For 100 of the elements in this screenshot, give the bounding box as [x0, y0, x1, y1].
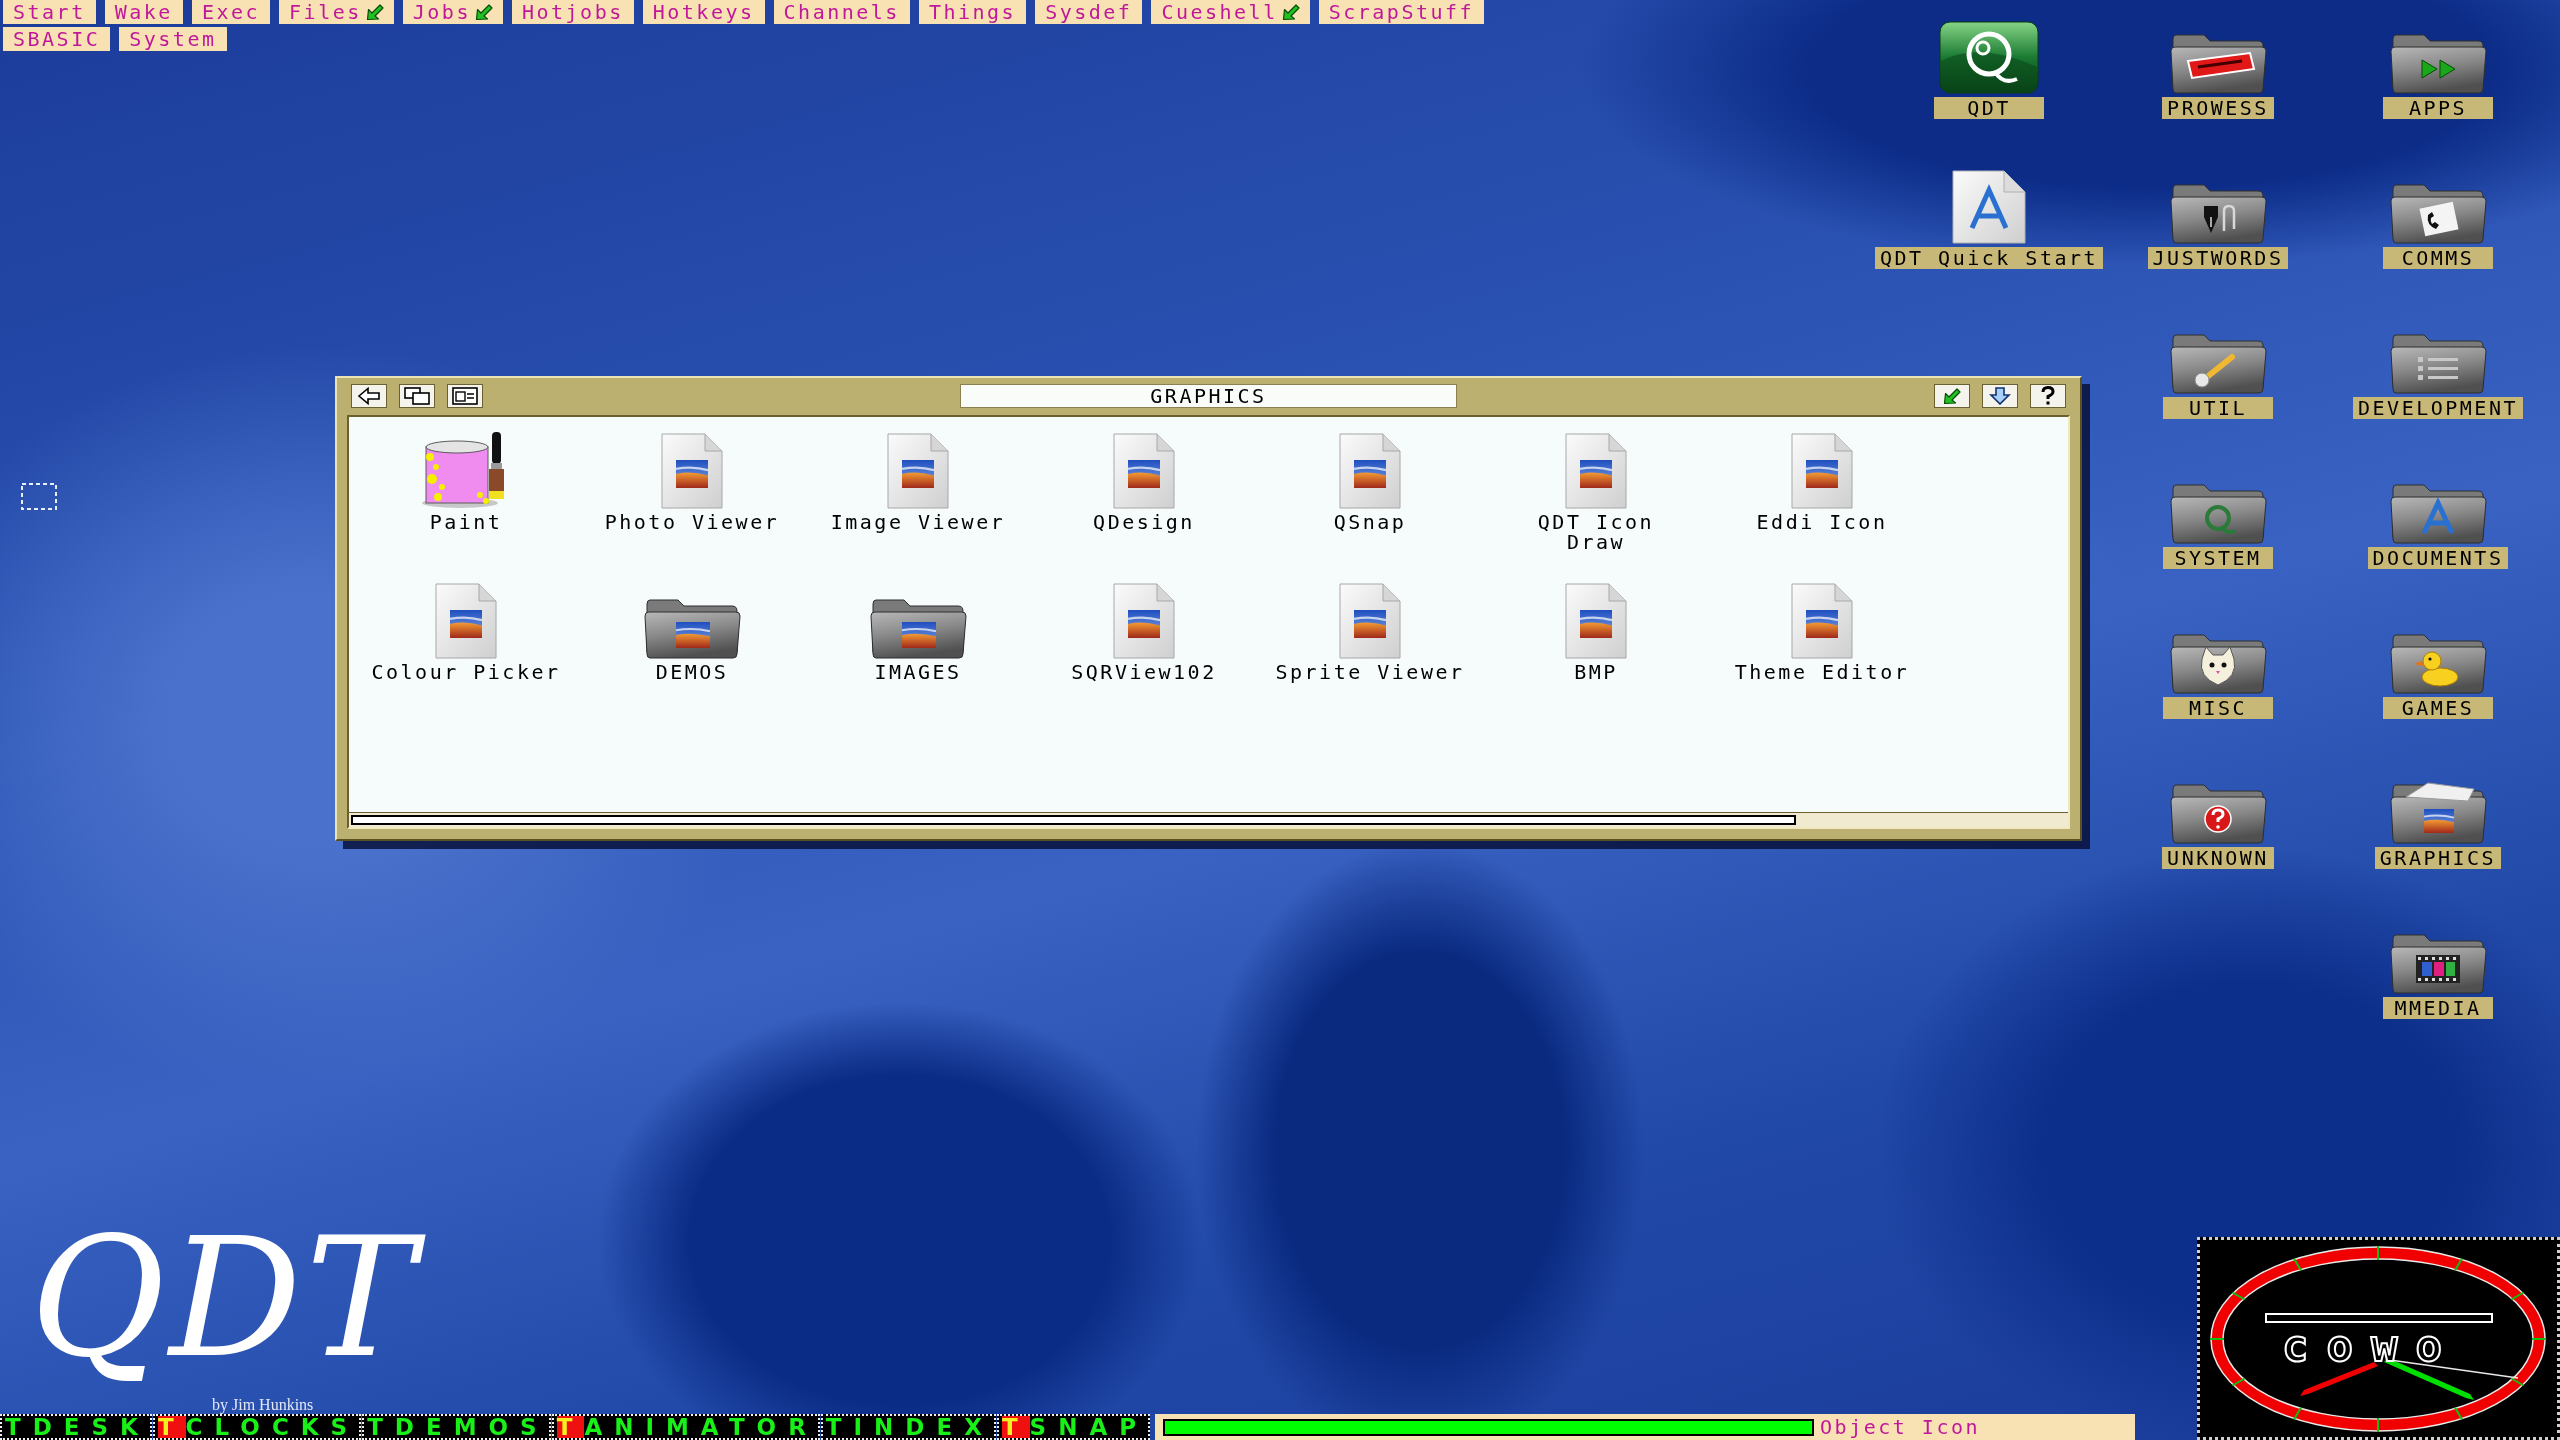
- menu-item[interactable]: SBASIC: [3, 27, 111, 51]
- menu-item[interactable]: Things: [918, 0, 1027, 24]
- menu-item[interactable]: Cueshell: [1151, 0, 1310, 24]
- logo-title: QDT: [22, 1200, 454, 1396]
- wrench-folder-icon[interactable]: [2168, 331, 2268, 394]
- picture-file-icon[interactable]: [1791, 583, 1853, 659]
- status-text: Object Icon: [1820, 1415, 1981, 1439]
- icon-label[interactable]: SYSTEM: [2163, 547, 2273, 569]
- picture-folder-icon[interactable]: [868, 596, 968, 659]
- file-label[interactable]: Sprite Viewer: [1275, 662, 1465, 682]
- scrollbar-thumb[interactable]: [351, 815, 1796, 825]
- window-title: GRAPHICS: [960, 384, 1457, 408]
- ring-folder-icon[interactable]: [2168, 481, 2268, 544]
- job-button[interactable]: ANIMATOR: [584, 1416, 818, 1438]
- menu-item[interactable]: System: [119, 27, 227, 51]
- panel-button[interactable]: [447, 384, 483, 408]
- swirl-tile-icon[interactable]: [1939, 21, 2039, 94]
- horizontal-scrollbar[interactable]: [349, 812, 2068, 827]
- clock-logo: cowo: [2282, 1324, 2460, 1368]
- icon-label[interactable]: QDT: [1934, 97, 2044, 119]
- fast-forward-folder-icon[interactable]: [2388, 31, 2488, 94]
- document-icon[interactable]: [1952, 170, 2026, 244]
- file-label[interactable]: QDesign: [1093, 512, 1195, 532]
- menu-item[interactable]: Start: [3, 0, 96, 24]
- icon-label[interactable]: UNKNOWN: [2162, 847, 2274, 869]
- picture-file-icon[interactable]: [1791, 433, 1853, 509]
- file-label[interactable]: IMAGES: [874, 662, 962, 682]
- file-label[interactable]: Colour Picker: [371, 662, 561, 682]
- menu-item[interactable]: Channels: [773, 0, 910, 24]
- picture-file-icon[interactable]: [435, 583, 497, 659]
- icon-label[interactable]: COMMS: [2383, 247, 2493, 269]
- job-toggle[interactable]: T: [367, 1416, 395, 1438]
- job-button[interactable]: INDEX: [853, 1416, 994, 1438]
- icon-label[interactable]: MMEDIA: [2383, 997, 2493, 1019]
- windows-icon: [404, 387, 430, 405]
- job-toggle[interactable]: T: [1001, 1416, 1030, 1438]
- file-label[interactable]: Image Viewer: [830, 512, 1006, 532]
- file-label[interactable]: Eddi Icon: [1756, 512, 1888, 532]
- file-label[interactable]: DEMOS: [655, 662, 729, 682]
- picture-file-icon[interactable]: [1113, 433, 1175, 509]
- job-button[interactable]: DESK: [32, 1416, 150, 1438]
- panel-icon: [452, 387, 478, 405]
- windows-button[interactable]: [399, 384, 435, 408]
- file-label[interactable]: QDT Icon Draw: [1537, 512, 1655, 552]
- picture-file-icon[interactable]: [1339, 583, 1401, 659]
- pen-folder-icon[interactable]: [2168, 181, 2268, 244]
- job-toggle[interactable]: T: [825, 1416, 854, 1438]
- picture-file-icon[interactable]: [887, 433, 949, 509]
- letter-folder-icon[interactable]: [2388, 481, 2488, 544]
- icon-label[interactable]: GRAPHICS: [2374, 847, 2502, 869]
- picture-folder-icon[interactable]: [642, 596, 742, 659]
- file-label[interactable]: Theme Editor: [1734, 662, 1910, 682]
- help-button[interactable]: [2030, 384, 2066, 408]
- phone-folder-icon[interactable]: [2388, 181, 2488, 244]
- picture-file-icon[interactable]: [1565, 583, 1627, 659]
- icon-label[interactable]: UTIL: [2163, 397, 2273, 419]
- list-folder-icon[interactable]: [2388, 331, 2488, 394]
- icon-label[interactable]: MISC: [2163, 697, 2273, 719]
- down-button[interactable]: [1982, 384, 2018, 408]
- file-label[interactable]: Paint: [429, 512, 503, 532]
- picture-file-icon[interactable]: [1339, 433, 1401, 509]
- film-folder-icon[interactable]: [2388, 931, 2488, 994]
- job-toggle[interactable]: T: [556, 1416, 585, 1438]
- file-label[interactable]: QSnap: [1333, 512, 1407, 532]
- menu-item[interactable]: Sysdef: [1035, 0, 1143, 24]
- dashed-square-icon: [21, 483, 57, 510]
- icon-label[interactable]: PROWESS: [2162, 97, 2274, 119]
- icon-label[interactable]: DOCUMENTS: [2367, 547, 2509, 569]
- menu-item[interactable]: Files: [279, 0, 394, 24]
- duck-folder-icon[interactable]: [2388, 631, 2488, 694]
- menu-item[interactable]: Jobs: [402, 0, 503, 24]
- icon-label[interactable]: GAMES: [2383, 697, 2493, 719]
- banner-folder-icon[interactable]: [2168, 31, 2268, 94]
- job-toggle[interactable]: T: [157, 1416, 186, 1438]
- menu-item[interactable]: Exec: [191, 0, 271, 24]
- file-label[interactable]: BMP: [1574, 662, 1618, 682]
- icon-label[interactable]: APPS: [2383, 97, 2493, 119]
- job-button[interactable]: DEMOS: [394, 1416, 549, 1438]
- icon-label[interactable]: DEVELOPMENT: [2353, 397, 2523, 419]
- picture-file-icon[interactable]: [661, 433, 723, 509]
- menu-item[interactable]: Hotkeys: [642, 0, 765, 24]
- logo-byline: by Jim Hunkins: [212, 1396, 314, 1414]
- question-folder-icon[interactable]: [2168, 781, 2268, 844]
- file-label[interactable]: Photo Viewer: [604, 512, 780, 532]
- picture-file-icon[interactable]: [1565, 433, 1627, 509]
- menu-item[interactable]: ScrapStuff: [1318, 0, 1485, 24]
- down-arrow-icon: [1989, 387, 2011, 405]
- job-toggle[interactable]: T: [5, 1416, 33, 1438]
- menu-item[interactable]: Hotjobs: [511, 0, 634, 24]
- job-button[interactable]: SNAP: [1029, 1416, 1149, 1438]
- arrow-button[interactable]: [1934, 384, 1970, 408]
- icon-label[interactable]: JUSTWORDS: [2147, 247, 2289, 269]
- picture-file-icon[interactable]: [1113, 583, 1175, 659]
- back-button[interactable]: [351, 384, 387, 408]
- menu-item[interactable]: Wake: [104, 0, 183, 24]
- icon-label[interactable]: QDT Quick Start: [1874, 247, 2104, 269]
- cat-folder-icon[interactable]: [2168, 631, 2268, 694]
- job-button[interactable]: CLOCKS: [185, 1416, 360, 1438]
- picture-folder-icon[interactable]: [2388, 781, 2488, 844]
- file-label[interactable]: SQRView102: [1071, 662, 1217, 682]
